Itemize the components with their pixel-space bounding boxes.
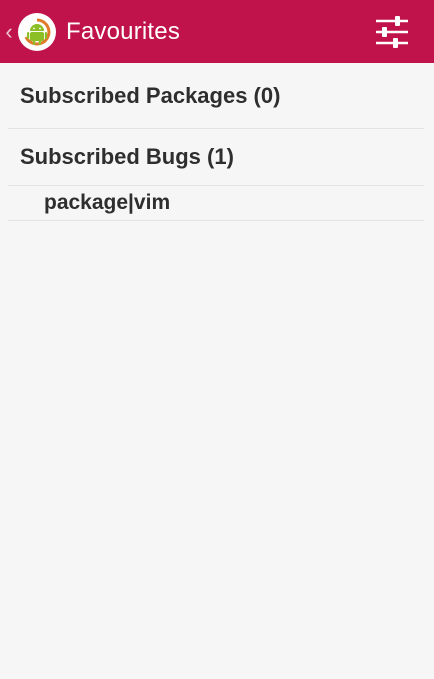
group-subscribed-packages[interactable]: Subscribed Packages (0) <box>8 63 424 129</box>
settings-button[interactable] <box>364 0 420 63</box>
chevron-left-icon[interactable]: ‹ <box>2 0 16 63</box>
favourites-list: Subscribed Packages (0) Subscribed Bugs … <box>8 63 424 221</box>
list-item-label: package|vim <box>44 191 171 214</box>
android-logo-icon[interactable] <box>18 12 56 51</box>
group-subscribed-bugs[interactable]: Subscribed Bugs (1) <box>8 129 424 186</box>
group-label: Subscribed Bugs (1) <box>20 144 234 169</box>
list-item[interactable]: package|vim <box>8 186 424 221</box>
page-title: Favourites <box>66 17 181 45</box>
sliders-icon <box>376 15 408 48</box>
action-bar: ‹ Favourites <box>0 0 434 63</box>
app-root: ‹ Favourites Subscribed Packages (0) Sub… <box>0 0 434 679</box>
group-label: Subscribed Packages (0) <box>20 82 281 108</box>
